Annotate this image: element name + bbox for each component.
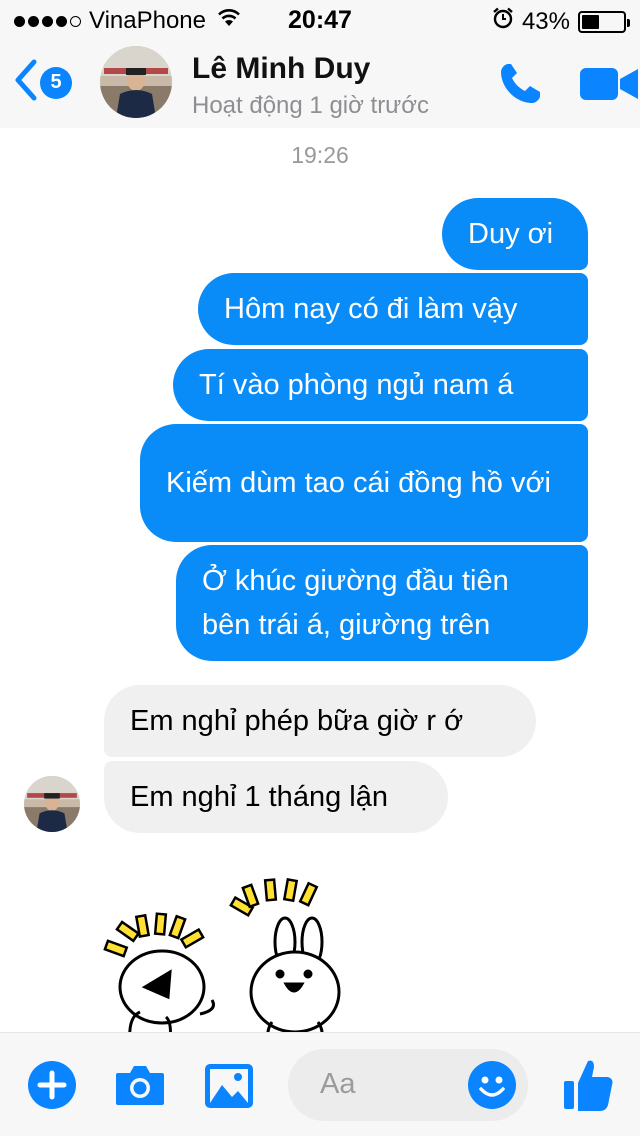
camera-icon	[114, 1066, 166, 1111]
cheering-rabbit-sticker[interactable]	[100, 872, 360, 1032]
message-input[interactable]: Aa	[288, 1049, 528, 1121]
message-text: Hôm nay có đi làm vậy	[224, 293, 518, 325]
message-bubble-incoming[interactable]: Em nghỉ 1 tháng lận	[104, 761, 448, 833]
status-right: 43%	[492, 7, 630, 36]
message-bubble-outgoing[interactable]: Kiếm dùm tao cái đồng hồ với	[140, 424, 588, 542]
sender-avatar[interactable]	[24, 776, 80, 832]
unread-count-badge: 5	[40, 66, 72, 99]
message-composer: Aa	[0, 1032, 640, 1136]
back-button[interactable]: 5	[14, 58, 72, 107]
camera-button[interactable]	[114, 1063, 166, 1112]
message-text: Ở khúc giường đầu tiên bên trái á, giườn…	[202, 565, 509, 641]
battery-icon	[578, 10, 630, 33]
message-bubble-outgoing[interactable]: Hôm nay có đi làm vậy	[198, 273, 588, 345]
message-text: Em nghỉ 1 tháng lận	[130, 781, 388, 813]
conversation-header: 5 Lê Minh Duy Hoạt động 1 giờ trước	[0, 40, 640, 128]
contact-status: Hoạt động 1 giờ trước	[192, 92, 429, 119]
battery-level	[582, 14, 600, 29]
message-bubble-incoming[interactable]: Em nghỉ phép bữa giờ r ớ	[104, 685, 536, 757]
message-text: Duy ơi	[468, 218, 554, 250]
video-call-button[interactable]	[578, 64, 640, 109]
status-bar: VinaPhone 20:47 43%	[0, 0, 640, 40]
like-button[interactable]	[562, 1057, 614, 1118]
plus-icon	[28, 1061, 76, 1113]
message-timestamp: 19:26	[291, 142, 349, 168]
contact-name[interactable]: Lê Minh Duy	[192, 52, 370, 86]
chevron-left-icon	[14, 58, 38, 107]
message-text: Kiếm dùm tao cái đồng hồ với	[166, 467, 551, 499]
call-button[interactable]	[496, 60, 544, 113]
contact-avatar[interactable]	[100, 46, 172, 118]
message-text: Em nghỉ phép bữa giờ r ớ	[130, 705, 464, 737]
more-actions-button[interactable]	[28, 1061, 76, 1114]
thumbs-up-icon	[562, 1060, 614, 1117]
message-input-placeholder: Aa	[320, 1068, 356, 1100]
emoji-icon[interactable]	[468, 1061, 516, 1114]
alarm-clock-icon	[492, 7, 514, 36]
video-camera-icon	[578, 68, 640, 108]
gallery-icon	[204, 1064, 254, 1113]
message-text: Tí vào phòng ngủ nam á	[199, 369, 514, 401]
battery-percent: 43%	[521, 7, 570, 35]
phone-icon	[496, 64, 544, 112]
message-bubble-outgoing[interactable]: Duy ơi	[442, 198, 588, 270]
gallery-button[interactable]	[204, 1063, 254, 1114]
message-bubble-outgoing[interactable]: Ở khúc giường đầu tiên bên trái á, giườn…	[176, 545, 588, 661]
message-bubble-outgoing[interactable]: Tí vào phòng ngủ nam á	[173, 349, 588, 421]
